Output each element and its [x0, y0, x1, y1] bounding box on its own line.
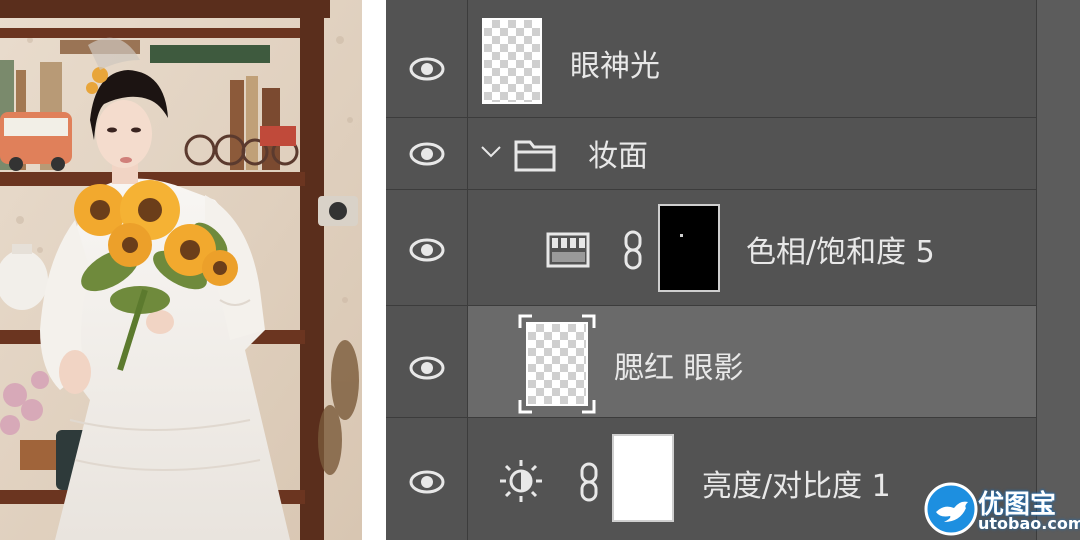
layer-name[interactable]: 色相/饱和度 5 — [746, 238, 935, 268]
mask-dot — [680, 234, 683, 237]
hue-saturation-icon[interactable] — [546, 232, 590, 268]
eye-icon[interactable] — [407, 348, 447, 388]
visibility-cell — [386, 0, 468, 117]
layers-scrollbar[interactable] — [1036, 0, 1080, 540]
chain-link-icon[interactable] — [622, 230, 644, 270]
visibility-cell — [386, 118, 468, 189]
eye-icon[interactable] — [407, 134, 447, 174]
layer-name[interactable]: 腮红 眼影 — [614, 354, 744, 384]
selection-corners-icon — [518, 314, 596, 414]
bird-logo-icon — [924, 482, 978, 536]
layer-row-blush-eyeshadow[interactable]: 腮红 眼影 — [386, 306, 1036, 418]
watermark-url-text: utobao.com — [978, 514, 1080, 533]
layer-row-catchlight[interactable]: 眼神光 — [386, 0, 1036, 118]
layer-row-hue-saturation[interactable]: 色相/饱和度 5 — [386, 190, 1036, 306]
folder-icon — [514, 140, 556, 172]
eye-icon[interactable] — [407, 462, 447, 502]
watermark: 优图宝 utobao.com — [920, 478, 1080, 540]
eye-icon[interactable] — [407, 230, 447, 270]
visibility-cell — [386, 418, 468, 540]
layer-name[interactable]: 妆面 — [588, 142, 648, 172]
layer-name[interactable]: 眼神光 — [570, 52, 660, 82]
chevron-down-icon[interactable] — [480, 144, 502, 160]
visibility-cell — [386, 306, 468, 417]
visibility-cell — [386, 190, 468, 305]
layer-thumbnail[interactable] — [482, 18, 542, 104]
eye-icon[interactable] — [407, 49, 447, 89]
layers-panel: 眼神光 妆面 色相/饱和度 5 腮红 眼影 亮度/对比度 1 — [386, 0, 1080, 540]
layer-mask-thumbnail[interactable] — [658, 204, 720, 292]
brightness-contrast-icon[interactable] — [498, 458, 544, 504]
scrollbar-thumb[interactable] — [1037, 0, 1080, 540]
portrait-photo — [0, 0, 362, 540]
layer-name[interactable]: 亮度/对比度 1 — [702, 472, 891, 502]
layer-mask-thumbnail[interactable] — [612, 434, 674, 522]
layer-row-makeup-group[interactable]: 妆面 — [386, 118, 1036, 190]
chain-link-icon[interactable] — [578, 462, 600, 502]
